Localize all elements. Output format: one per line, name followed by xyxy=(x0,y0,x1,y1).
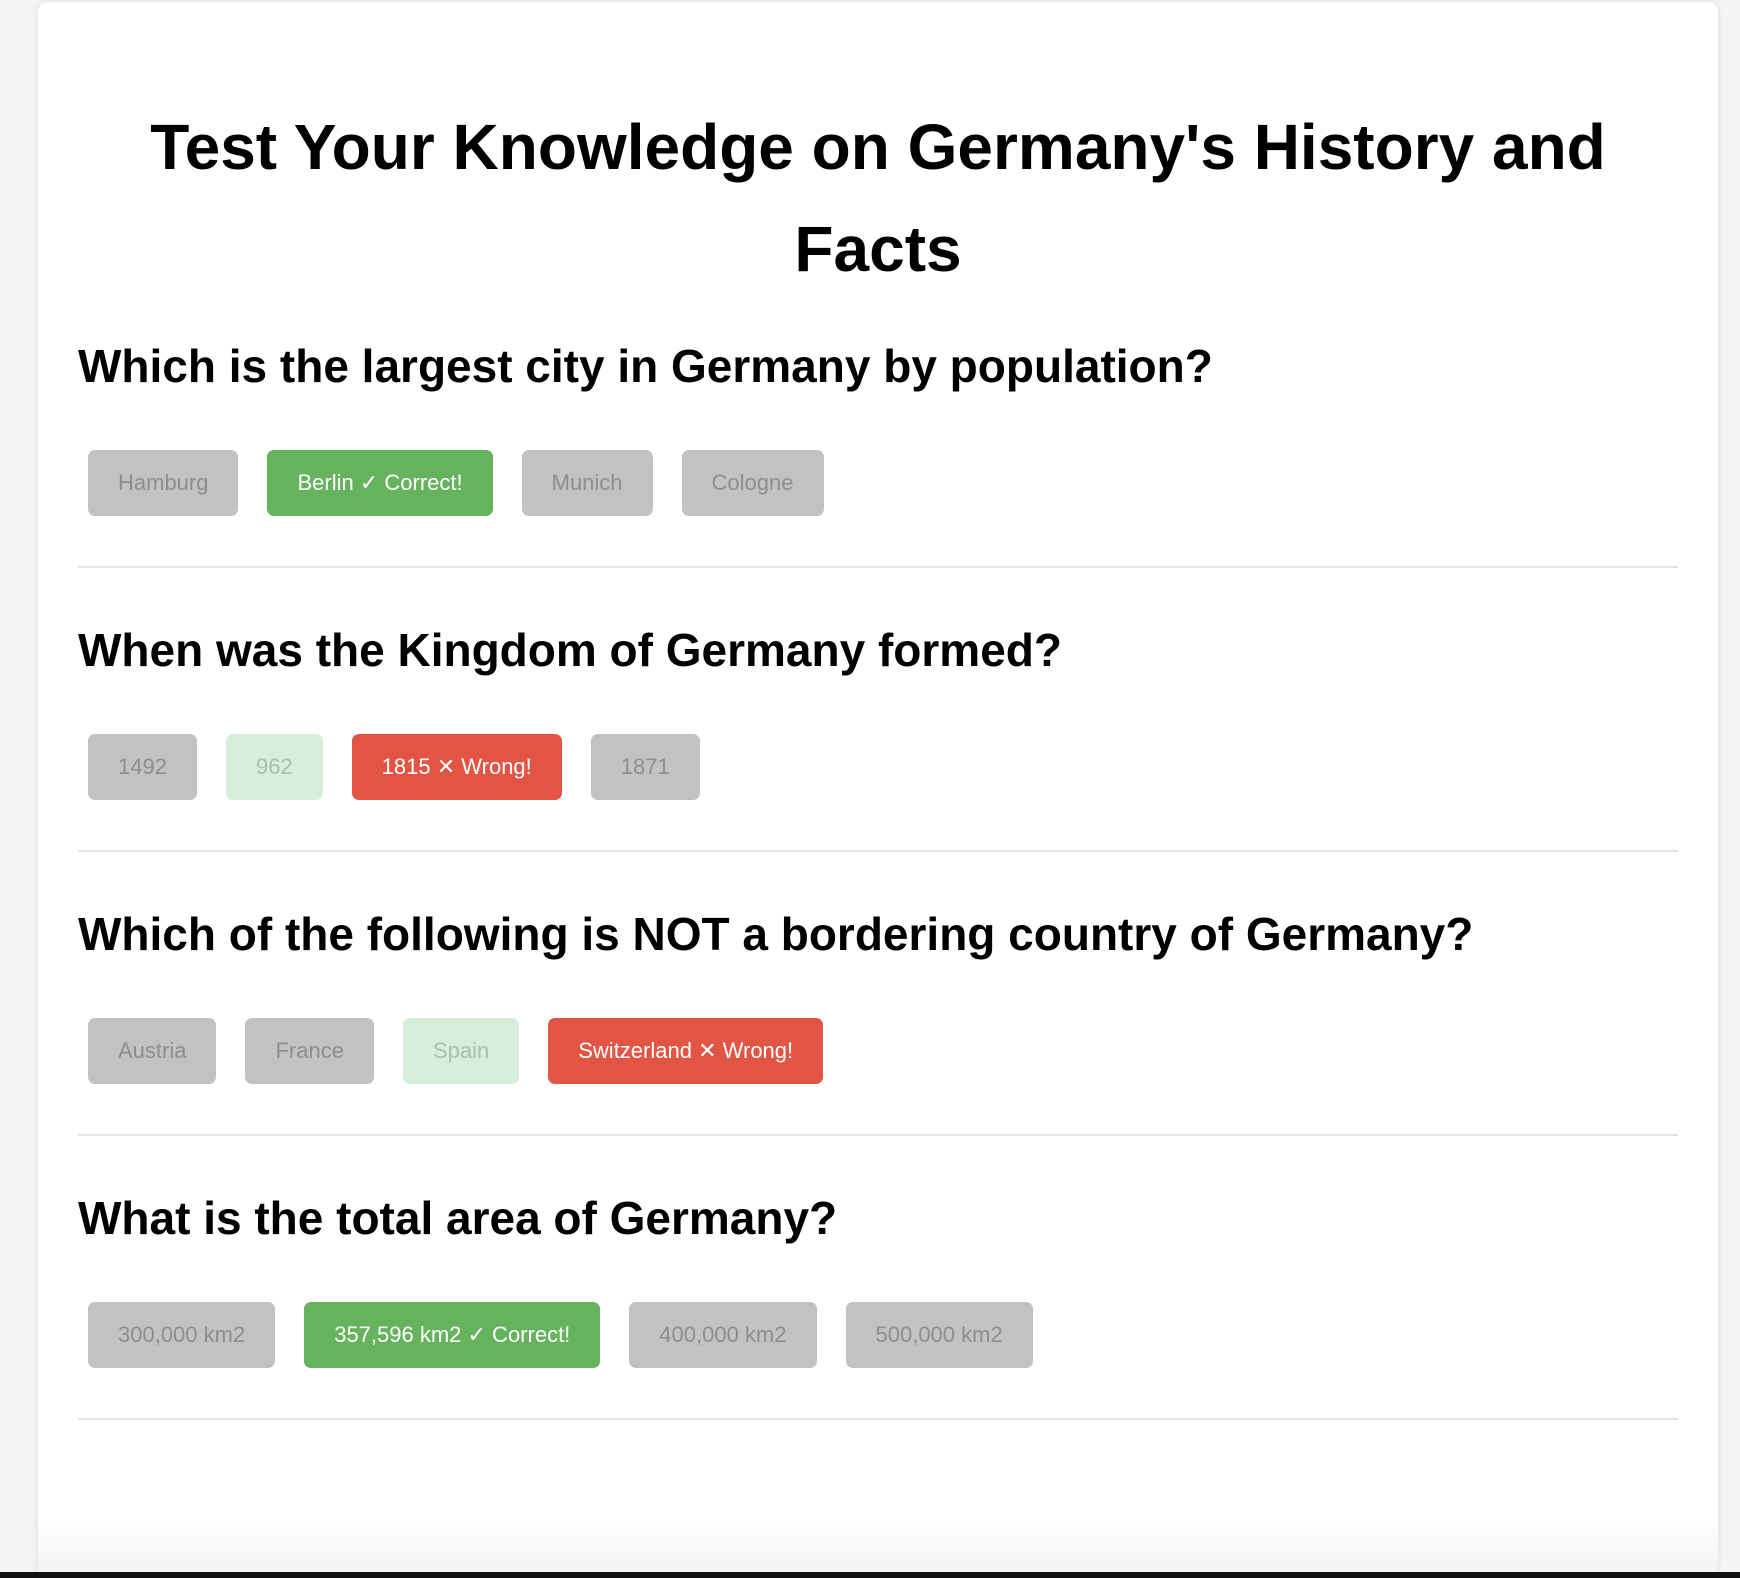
answer-option-correct[interactable]: Berlin ✓ Correct! xyxy=(267,450,493,516)
answer-options: 1492 962 1815 ✕ Wrong! 1871 xyxy=(78,734,1678,800)
answer-option[interactable]: Hamburg xyxy=(88,450,239,516)
answer-option-correct[interactable]: 357,596 km2 ✓ Correct! xyxy=(304,1302,601,1368)
answer-options: 300,000 km2 357,596 km2 ✓ Correct! 400,0… xyxy=(78,1302,1678,1368)
answer-option-hint[interactable]: 962 xyxy=(225,734,323,800)
question-block: Which of the following is NOT a borderin… xyxy=(78,904,1678,1136)
answer-option[interactable]: Cologne xyxy=(681,450,824,516)
question-text: Which of the following is NOT a borderin… xyxy=(78,908,1474,960)
bottom-fade xyxy=(38,1518,1718,1578)
answer-option[interactable]: 500,000 km2 xyxy=(845,1302,1033,1368)
answer-option[interactable]: Munich xyxy=(521,450,653,516)
page-title: Test Your Knowledge on Germany's History… xyxy=(150,111,1606,285)
question-block: When was the Kingdom of Germany formed? … xyxy=(78,620,1678,852)
question-text: Which is the largest city in Germany by … xyxy=(78,340,1213,392)
answer-option[interactable]: 1492 xyxy=(88,734,197,800)
answer-option[interactable]: 300,000 km2 xyxy=(88,1302,276,1368)
question-block: What is the total area of Germany? 300,0… xyxy=(78,1188,1678,1420)
answer-option[interactable]: France xyxy=(245,1018,374,1084)
window-bottom-edge xyxy=(0,1572,1740,1578)
answer-option-hint[interactable]: Spain xyxy=(402,1018,520,1084)
question-block: Which is the largest city in Germany by … xyxy=(78,336,1678,568)
answer-option-wrong[interactable]: Switzerland ✕ Wrong! xyxy=(548,1018,824,1084)
answer-options: Austria France Spain Switzerland ✕ Wrong… xyxy=(78,1018,1678,1084)
answer-options: Hamburg Berlin ✓ Correct! Munich Cologne xyxy=(78,450,1678,516)
answer-option-wrong[interactable]: 1815 ✕ Wrong! xyxy=(351,734,562,800)
question-text: What is the total area of Germany? xyxy=(78,1192,838,1244)
quiz-card: Test Your Knowledge on Germany's History… xyxy=(38,2,1718,1578)
answer-option[interactable]: 1871 xyxy=(590,734,700,800)
answer-option[interactable]: 400,000 km2 xyxy=(629,1302,817,1368)
answer-option[interactable]: Austria xyxy=(88,1018,217,1084)
question-text: When was the Kingdom of Germany formed? xyxy=(78,624,1062,676)
